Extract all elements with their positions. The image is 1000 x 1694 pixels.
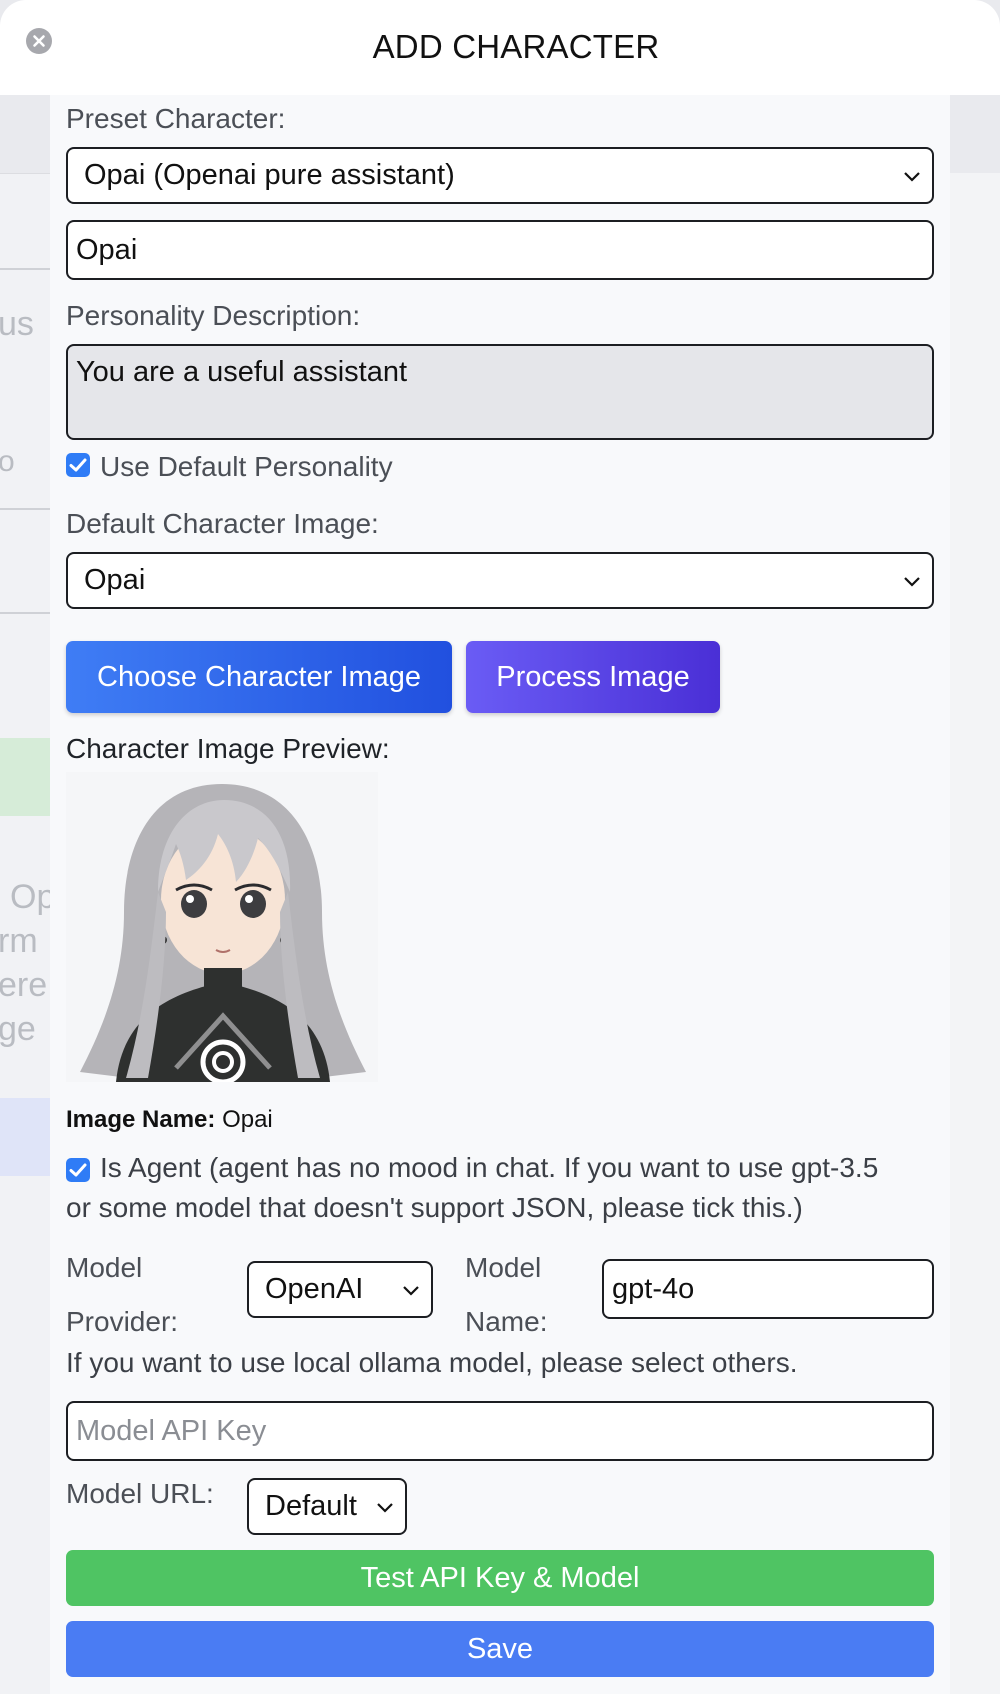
default-character-image-value: Opai <box>84 564 146 596</box>
model-url-value: Default <box>265 1490 357 1522</box>
character-image-preview <box>66 772 378 1085</box>
model-name-label-line2: Name: <box>465 1306 548 1337</box>
checkmark-icon <box>69 1163 87 1177</box>
chevron-down-icon <box>904 171 920 182</box>
is-agent-label-line1[interactable]: Is Agent (agent has no mood in chat. If … <box>100 1148 878 1188</box>
character-image-preview-label: Character Image Preview: <box>66 733 390 764</box>
chevron-down-icon <box>403 1285 419 1296</box>
use-default-personality-label[interactable]: Use Default Personality <box>100 451 393 483</box>
image-name-value: Opai <box>222 1106 273 1133</box>
default-character-image-label: Default Character Image: <box>66 508 379 539</box>
save-button[interactable]: Save <box>66 1621 934 1677</box>
default-character-image-select[interactable]: Opai <box>66 552 934 609</box>
preset-character-value: Opai (Openai pure assistant) <box>84 159 455 191</box>
model-provider-select[interactable]: OpenAI <box>247 1261 433 1318</box>
test-api-key-button[interactable]: Test API Key & Model <box>66 1550 934 1606</box>
model-url-label: Model URL: <box>66 1478 214 1509</box>
ollama-hint-text: If you want to use local ollama model, p… <box>66 1347 798 1378</box>
chevron-down-icon <box>377 1502 393 1513</box>
personality-description-value: You are a useful assistant <box>76 356 408 388</box>
preset-character-select[interactable]: Opai (Openai pure assistant) <box>66 147 934 204</box>
model-name-value: gpt-4o <box>612 1272 695 1305</box>
character-avatar-image <box>66 772 378 1085</box>
personality-description-label: Personality Description: <box>66 300 361 331</box>
preset-character-label: Preset Character: <box>66 103 286 134</box>
character-name-input[interactable]: Opai <box>66 220 934 280</box>
model-api-key-input[interactable]: Model API Key <box>66 1401 934 1461</box>
image-name-label: Image Name: <box>66 1106 216 1133</box>
choose-character-image-button[interactable]: Choose Character Image <box>66 641 452 713</box>
process-image-button[interactable]: Process Image <box>466 641 720 713</box>
model-name-label-line1: Model <box>465 1252 542 1283</box>
personality-description-textarea[interactable]: You are a useful assistant <box>66 344 934 440</box>
dialog-titlebar: ADD CHARACTER <box>0 0 1000 95</box>
is-agent-label-line2[interactable]: or some model that doesn't support JSON,… <box>66 1188 803 1228</box>
dialog-title: ADD CHARACTER <box>372 28 660 65</box>
add-character-dialog: ADD CHARACTER Preset Character: Opai (Op… <box>0 0 1000 1694</box>
character-form: Preset Character: Opai (Openai pure assi… <box>50 95 950 1694</box>
model-url-select[interactable]: Default <box>247 1478 407 1535</box>
character-name-value: Opai <box>76 233 138 266</box>
use-default-personality-checkbox[interactable] <box>66 453 90 477</box>
model-provider-label-line2: Provider: <box>66 1306 179 1337</box>
model-provider-label-line1: Model <box>66 1252 143 1283</box>
is-agent-checkbox[interactable] <box>66 1158 90 1182</box>
image-name-line: Image Name: Opai <box>66 1106 273 1134</box>
model-provider-value: OpenAI <box>265 1273 364 1305</box>
chevron-down-icon <box>904 576 920 587</box>
model-api-key-placeholder: Model API Key <box>76 1414 267 1447</box>
checkmark-icon <box>69 458 87 472</box>
model-name-input[interactable]: gpt-4o <box>602 1259 934 1319</box>
